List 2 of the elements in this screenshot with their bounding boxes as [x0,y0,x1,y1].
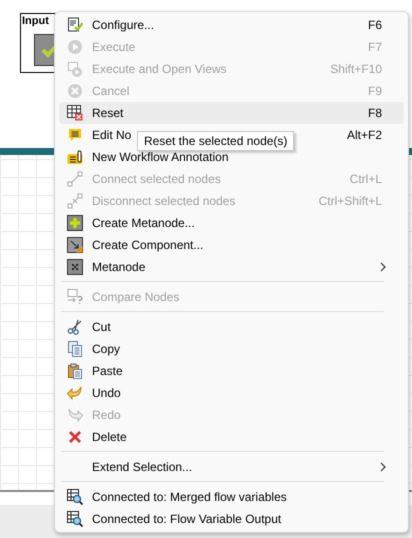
tooltip: Reset the selected node(s) [137,131,294,151]
node-label: Input [22,15,49,27]
